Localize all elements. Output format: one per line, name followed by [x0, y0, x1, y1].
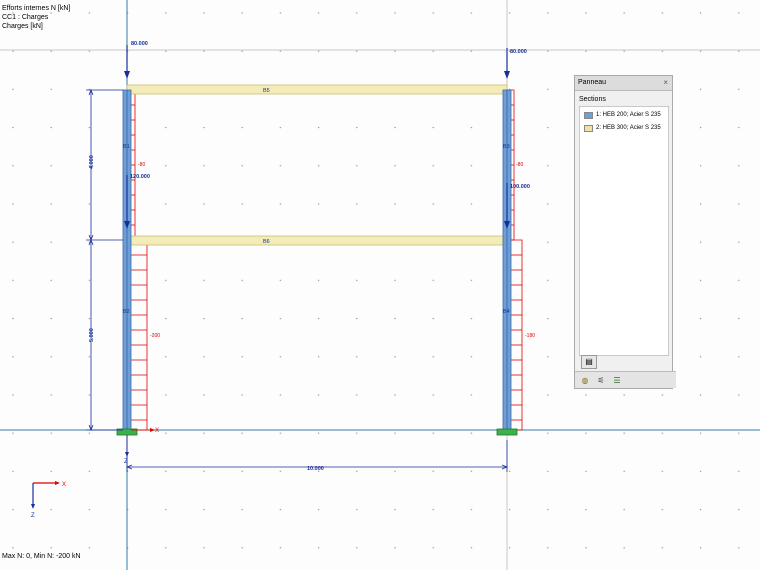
load-label-top-right: 80.000: [510, 49, 527, 55]
axis-label-x: X: [62, 482, 66, 488]
load-label-mid-right: 100.000: [510, 184, 530, 190]
palette-icon: ▤: [585, 357, 593, 366]
load-label-mid-left: 120.000: [130, 174, 150, 180]
control-panel[interactable]: Panneau × Sections 1: HEB 200; Acier S 2…: [574, 75, 676, 389]
result-summary: Max N: 0, Min N: -200 kN: [2, 553, 81, 560]
filter-icon[interactable]: ⚟: [595, 375, 607, 386]
info-line-load-case: CC1 : Charges: [2, 14, 49, 21]
dimension-label-width: 10.000: [307, 466, 324, 472]
dimension-label-upper: 4.000: [89, 155, 95, 169]
color-swatch-icon: [584, 124, 593, 132]
color-scale-icon[interactable]: ◍: [579, 375, 591, 386]
result-label-b1: -80: [138, 162, 145, 168]
sections-heading: Sections: [579, 96, 606, 103]
member-label-b3: B3: [503, 144, 510, 150]
beam-b5[interactable]: [126, 84, 508, 95]
result-info-header: Efforts internes N [kN] CC1 : Charges Ch…: [2, 4, 70, 31]
result-label-b2: -200: [150, 333, 160, 339]
member-label-b5: B5: [263, 88, 270, 94]
panel-toolbar: ◍ ⚟ ☰: [575, 371, 676, 388]
close-icon[interactable]: ×: [663, 76, 668, 90]
member-label-b6: B6: [263, 239, 270, 245]
beam-b6[interactable]: [126, 235, 508, 246]
panel-title: Panneau: [578, 79, 607, 86]
member-label-b1: B1: [123, 144, 130, 150]
info-line-loads-unit: Charges [kN]: [2, 23, 43, 30]
load-label-top-left: 80.000: [131, 41, 148, 47]
result-label-b3: -80: [516, 162, 523, 168]
info-line-result-type: Efforts internes N [kN]: [2, 5, 71, 12]
color-swatch-icon: [584, 111, 593, 119]
result-label-b4: -180: [525, 333, 535, 339]
sections-legend: 1: HEB 200; Acier S 235 2: HEB 300; Acie…: [579, 106, 669, 356]
legend-item[interactable]: 2: HEB 300; Acier S 235: [584, 123, 668, 133]
axis-label-z: Z: [31, 513, 35, 519]
legend-item[interactable]: 1: HEB 200; Acier S 235: [584, 110, 668, 120]
dimension-label-lower: 5.000: [89, 328, 95, 342]
panel-titlebar[interactable]: Panneau ×: [575, 76, 672, 91]
axis-label-z-local: Z: [124, 459, 128, 465]
axis-label-x-local: X: [155, 428, 159, 434]
support-right[interactable]: [496, 428, 518, 436]
model-viewport[interactable]: 80.000 80.000 120.000 100.000 B5 B6 B1 B…: [0, 0, 760, 570]
member-label-b4: B4: [503, 309, 510, 315]
legend-icon[interactable]: ☰: [611, 375, 623, 386]
member-label-b2: B2: [123, 309, 130, 315]
panel-options-button[interactable]: ▤: [581, 355, 597, 369]
legend-item-label: 1: HEB 200; Acier S 235: [596, 112, 661, 118]
legend-item-label: 2: HEB 300; Acier S 235: [596, 125, 661, 131]
